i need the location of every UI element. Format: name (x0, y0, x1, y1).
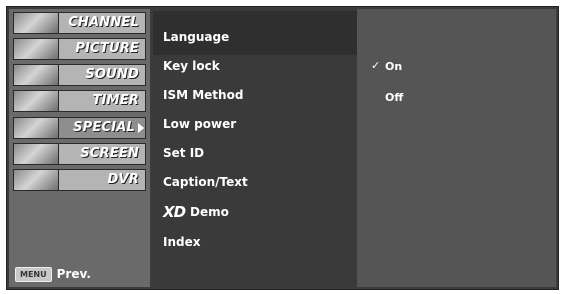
picture-icon (14, 39, 59, 59)
prev-hint[interactable]: MENU Prev. (15, 265, 91, 283)
xd-logo: XD (163, 203, 186, 221)
submenu-item-index[interactable]: Index (163, 231, 200, 253)
prev-label: Prev. (56, 267, 91, 281)
category-label: DVR (107, 172, 139, 187)
channel-icon (14, 13, 59, 33)
timer-icon (14, 91, 59, 111)
check-icon: ✓ (371, 59, 381, 72)
category-label: PICTURE (75, 41, 139, 56)
category-column: CHANNEL PICTURE SOUND TIMER SPECIAL SCRE… (9, 9, 150, 287)
category-channel[interactable]: CHANNEL (13, 12, 146, 34)
option-on[interactable]: On (385, 57, 402, 77)
submenu-item-set-id[interactable]: Set ID (163, 142, 204, 164)
category-picture[interactable]: PICTURE (13, 38, 146, 60)
category-special[interactable]: SPECIAL (13, 117, 146, 139)
chevron-right-icon (138, 123, 144, 133)
category-timer[interactable]: TIMER (13, 90, 146, 112)
category-label: CHANNEL (68, 15, 139, 30)
tv-osd-menu: CHANNEL PICTURE SOUND TIMER SPECIAL SCRE… (6, 6, 559, 290)
special-submenu: Language Key lock ISM Method Low power S… (153, 9, 357, 287)
submenu-item-xd-demo[interactable]: XD Demo (163, 201, 229, 223)
category-screen[interactable]: SCREEN (13, 143, 146, 165)
option-panel: ✓ On Off (357, 9, 556, 287)
category-dvr[interactable]: DVR (13, 169, 146, 191)
submenu-item-ism-method[interactable]: ISM Method (163, 84, 243, 106)
category-sound[interactable]: SOUND (13, 64, 146, 86)
category-label: SPECIAL (73, 120, 135, 135)
submenu-item-caption-text[interactable]: Caption/Text (163, 171, 248, 193)
submenu-item-key-lock[interactable]: Key lock (163, 55, 220, 77)
category-label: SOUND (85, 67, 139, 82)
special-icon (14, 118, 59, 138)
category-label: TIMER (92, 93, 139, 108)
option-off[interactable]: Off (385, 88, 403, 108)
sound-icon (14, 65, 59, 85)
category-label: SCREEN (80, 146, 139, 161)
menu-key-icon: MENU (15, 266, 52, 282)
submenu-item-low-power[interactable]: Low power (163, 113, 236, 135)
xd-demo-label: Demo (190, 205, 229, 219)
screen-icon (14, 144, 59, 164)
submenu-item-language[interactable]: Language (163, 26, 229, 48)
dvr-icon (14, 170, 59, 190)
